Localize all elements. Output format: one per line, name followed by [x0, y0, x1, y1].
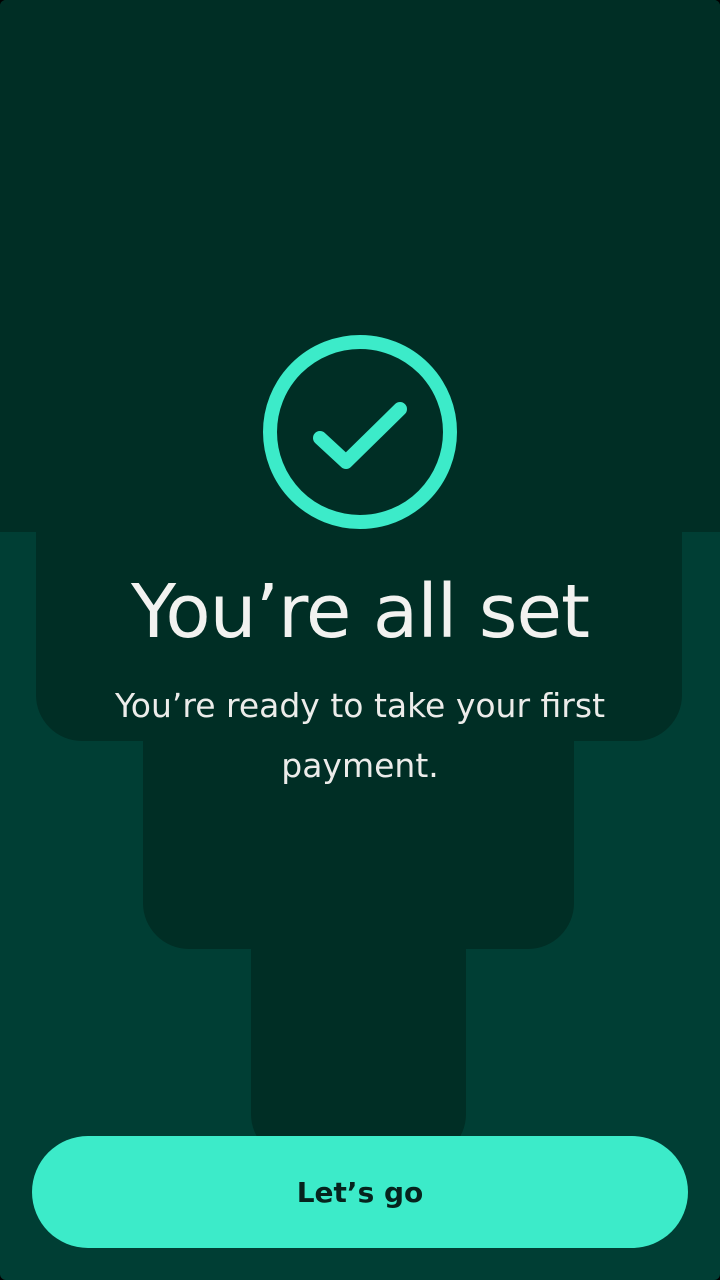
success-screen: You’re all set You’re ready to take your… — [0, 0, 720, 1280]
page-subtitle: You’re ready to take your first payment. — [114, 686, 606, 785]
check-circle-icon — [262, 334, 458, 530]
lets-go-button[interactable]: Let’s go — [32, 1136, 688, 1248]
background-shape-tier-3 — [251, 930, 466, 1160]
page-title: You’re all set — [130, 569, 590, 655]
